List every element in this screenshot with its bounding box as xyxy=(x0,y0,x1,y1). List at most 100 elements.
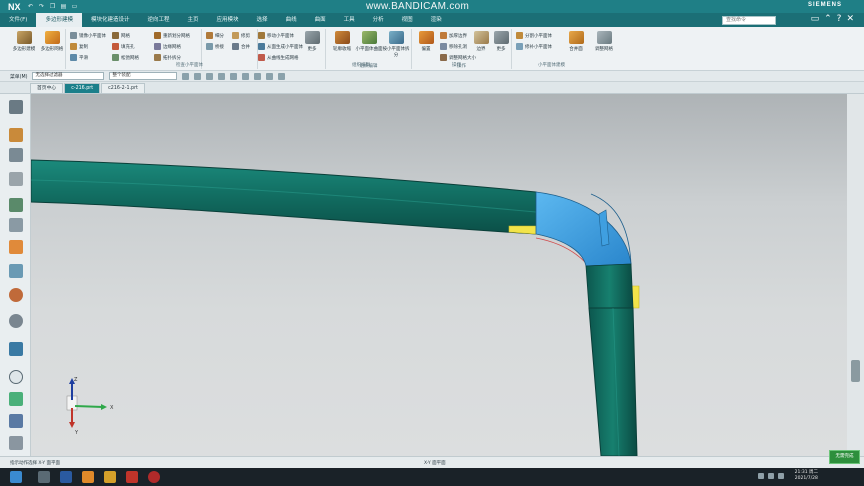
undo-icon[interactable]: ↶ xyxy=(27,3,35,10)
edge-mesh-button[interactable]: 边缘网格 xyxy=(154,42,181,51)
relax-mesh-button[interactable]: 松弛网格 xyxy=(112,53,139,62)
tab-reverse-engineering[interactable]: 逆向工程 xyxy=(139,13,179,27)
assembly-icon[interactable] xyxy=(9,128,23,142)
tab-modular-design[interactable]: 模块化建造设计 xyxy=(82,13,139,27)
analysis-icon[interactable] xyxy=(9,370,23,384)
intersection-icon[interactable] xyxy=(254,72,262,80)
paste-icon[interactable]: ▤ xyxy=(60,3,68,10)
tab-home[interactable]: 主页 xyxy=(179,13,208,27)
offset-button[interactable]: 偏置 xyxy=(412,31,440,52)
tab-polygon-modeling[interactable]: 多边形建模 xyxy=(36,13,82,27)
scrollbar-thumb[interactable] xyxy=(851,360,860,382)
menu-button[interactable]: 菜单(M) xyxy=(10,73,27,80)
task-view-icon[interactable] xyxy=(38,471,50,483)
boundary-button[interactable]: 边界 xyxy=(470,31,492,52)
selection-scope-dropdown[interactable]: 整个装配 xyxy=(109,72,178,80)
facet-surface-button[interactable]: 小平面体曲面 xyxy=(355,31,383,52)
tab-render[interactable]: 渲染 xyxy=(422,13,451,27)
trim-button[interactable]: 修剪 xyxy=(232,31,250,40)
network-icon[interactable] xyxy=(758,473,764,479)
face-to-facet-button[interactable]: 从面生成小平面体 xyxy=(258,42,303,51)
nx-app-icon[interactable] xyxy=(126,471,138,483)
polygon-modeling-button[interactable]: 多边形建模 xyxy=(10,31,38,52)
redo-icon[interactable]: ↷ xyxy=(38,3,46,10)
tab-application[interactable]: 应用模块 xyxy=(208,13,248,27)
view-icon[interactable] xyxy=(9,314,23,328)
fill-hole-button[interactable]: 填充孔 xyxy=(112,42,135,51)
filter-icon[interactable] xyxy=(194,72,202,80)
folder-icon[interactable] xyxy=(104,471,116,483)
snap-icon[interactable] xyxy=(182,72,190,80)
center-icon[interactable] xyxy=(242,72,250,80)
sphere-icon[interactable] xyxy=(9,288,23,302)
notification-badge[interactable]: 无需完成 xyxy=(829,450,860,464)
curve-point-icon[interactable] xyxy=(278,72,286,80)
start-icon[interactable] xyxy=(10,471,22,483)
mesh-button[interactable]: 网格 xyxy=(112,31,130,40)
tab-file[interactable]: 文件(F) xyxy=(0,13,36,27)
browser-icon[interactable] xyxy=(60,471,72,483)
contour-shrink-button[interactable]: 轮廓收缩 xyxy=(328,31,356,52)
remesh-button[interactable]: 重新划分网格 xyxy=(154,31,190,40)
help-icon[interactable]: ? xyxy=(837,14,842,24)
topology-split-button[interactable]: 拓扑拆分 xyxy=(154,53,181,62)
more-operations-button[interactable]: 更多 xyxy=(490,31,512,52)
smooth-button[interactable]: 平滑 xyxy=(70,53,88,62)
merge-button[interactable]: 合并 xyxy=(232,42,250,51)
midpoint-icon[interactable] xyxy=(230,72,238,80)
volume-icon[interactable] xyxy=(768,473,774,479)
file-explorer-icon[interactable] xyxy=(82,471,94,483)
palette-icon[interactable] xyxy=(9,264,23,278)
input-method-icon[interactable] xyxy=(778,473,784,479)
tab-tools[interactable]: 工具 xyxy=(335,13,364,27)
adjust-mesh-button[interactable]: 调整网格 xyxy=(590,31,618,52)
tab-surface[interactable]: 曲面 xyxy=(306,13,335,27)
quadrant-icon[interactable] xyxy=(266,72,274,80)
tab-part-c216-2-1[interactable]: c216-2-1.prt xyxy=(101,83,145,93)
copy-button[interactable]: 复制 xyxy=(70,42,88,51)
merge-face-button[interactable]: 合并面 xyxy=(562,31,590,52)
tab-part-c216[interactable]: c-216.prt xyxy=(64,83,101,93)
close-icon[interactable]: ✕ xyxy=(846,14,854,24)
measure-icon[interactable] xyxy=(9,392,23,406)
tab-view[interactable]: 视图 xyxy=(393,13,422,27)
dimension-icon[interactable] xyxy=(9,414,23,428)
curve-to-mesh-button[interactable]: 从曲线生成网格 xyxy=(258,53,299,62)
graphics-window[interactable]: Z Y X xyxy=(31,94,847,456)
remove-hole-button[interactable]: 移除孔洞 xyxy=(440,42,467,51)
taskbar-clock[interactable]: 21:31 周二 2021/7/28 xyxy=(795,470,818,482)
command-search-input[interactable]: 查找命令 xyxy=(722,16,776,25)
recorder-icon[interactable] xyxy=(148,471,160,483)
repair-facet-body-button[interactable]: 修补小平面体 xyxy=(516,42,552,51)
resize-mesh-button[interactable]: 调整网格大小 xyxy=(440,53,476,62)
part-navigator-icon[interactable] xyxy=(9,100,23,114)
right-scrollbar[interactable] xyxy=(847,94,864,456)
move-facet-button[interactable]: 移动小平面体 xyxy=(258,31,294,40)
split-facet-body-button[interactable]: 分割小平面体 xyxy=(516,31,552,40)
role-icon[interactable] xyxy=(9,198,23,212)
constraint-icon[interactable] xyxy=(9,172,23,186)
web-icon[interactable] xyxy=(9,218,23,232)
layer-icon[interactable] xyxy=(9,240,23,254)
endpoint-icon[interactable] xyxy=(218,72,226,80)
window-icon[interactable]: ▭ xyxy=(71,3,79,10)
split-by-facet-button[interactable]: 按小平面体拆分 xyxy=(382,31,410,58)
restore-icon[interactable]: ▭ xyxy=(811,14,820,24)
polygon-mesh-button[interactable]: 多边形网格 xyxy=(38,31,66,52)
more-construct-button[interactable]: 更多 xyxy=(298,31,326,52)
tab-curve[interactable]: 曲线 xyxy=(277,13,306,27)
tab-select[interactable]: 选择 xyxy=(248,13,277,27)
elbow-selected-face[interactable] xyxy=(535,191,632,267)
tab-home-center[interactable]: 首页中心 xyxy=(30,83,64,93)
copy-icon[interactable]: ❐ xyxy=(49,3,57,10)
bridge-button[interactable]: 桥接 xyxy=(206,42,224,51)
point-icon[interactable] xyxy=(206,72,214,80)
subdivide-button[interactable]: 细分 xyxy=(206,31,224,40)
clock-icon[interactable] xyxy=(9,342,23,356)
settings-icon[interactable] xyxy=(9,436,23,450)
horizontal-pipe-segment[interactable] xyxy=(31,159,537,235)
history-icon[interactable] xyxy=(9,148,23,162)
mirror-facet-button[interactable]: 镜像小平面体 xyxy=(70,31,106,40)
collapse-icon[interactable]: ⌃ xyxy=(824,14,832,24)
thicken-boundary-button[interactable]: 加厚边界 xyxy=(440,31,467,40)
